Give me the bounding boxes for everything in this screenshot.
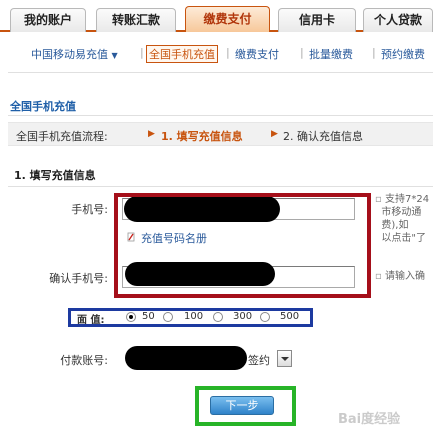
phone-label: 手机号: (71, 203, 108, 216)
side-notes: ▫ 支持7*24 市移动通 费),如 以点击"了 (375, 194, 430, 244)
tick-icon: ▫ (375, 271, 382, 282)
account-label: 付款账号: (60, 354, 108, 367)
tab-credit-card[interactable]: 信用卡 (278, 8, 356, 32)
tab-my-account[interactable]: 我的账户 (10, 8, 86, 32)
section-title: 全国手机充值 (10, 100, 76, 113)
subnav-national-topup[interactable]: 全国手机充值 (146, 45, 218, 63)
subnav-payment[interactable]: 缴费支付 (235, 46, 279, 62)
amount-highlight (68, 308, 313, 327)
separator: | (140, 46, 144, 59)
account-select-suffix: 签约 (248, 354, 270, 367)
divider (8, 115, 433, 116)
separator: | (300, 46, 304, 59)
phone-fields-highlight (114, 193, 371, 298)
redaction-mark (125, 346, 247, 370)
subnav-batch-payment[interactable]: 批量缴费 (309, 46, 353, 62)
subnav-mobile-topup[interactable]: 中国移动易充值 ▼ (31, 46, 118, 62)
tab-personal-loan[interactable]: 个人贷款 (363, 8, 433, 32)
main-tab-bar: 我的账户 转账汇款 缴费支付 信用卡 个人贷款 (0, 0, 433, 32)
confirm-phone-label: 确认手机号: (49, 272, 108, 285)
tab-payment[interactable]: 缴费支付 (185, 6, 270, 32)
divider (8, 186, 433, 187)
flow-step-current: 1. 填写充值信息 (161, 130, 243, 143)
sub-navigation: 中国移动易充值 ▼ | 全国手机充值 | 缴费支付 | 批量缴费 | 预约缴费 (0, 40, 433, 68)
separator: | (372, 46, 376, 59)
chevron-down-icon: ▼ (111, 51, 118, 60)
arrow-right-icon: ▶ (148, 129, 155, 139)
next-button-highlight (195, 386, 296, 426)
confirm-side-hint: ▫ 请输入确 (375, 271, 425, 282)
tick-icon: ▫ (375, 194, 382, 205)
watermark: Bai度经验 (338, 412, 401, 427)
flow-label: 全国手机充值流程: (16, 130, 108, 143)
separator: | (226, 46, 230, 59)
divider (8, 72, 433, 73)
process-flow-bar: 全国手机充值流程: ▶ 1. 填写充值信息 ▶ 2. 确认充值信息 (8, 122, 433, 146)
arrow-right-icon: ▶ (271, 129, 278, 139)
subnav-scheduled-payment[interactable]: 预约缴费 (381, 46, 425, 62)
tab-transfer[interactable]: 转账汇款 (96, 8, 176, 32)
flow-step-next: 2. 确认充值信息 (283, 130, 363, 143)
chevron-down-icon[interactable] (277, 350, 292, 367)
form-title: 1. 填写充值信息 (14, 169, 96, 182)
